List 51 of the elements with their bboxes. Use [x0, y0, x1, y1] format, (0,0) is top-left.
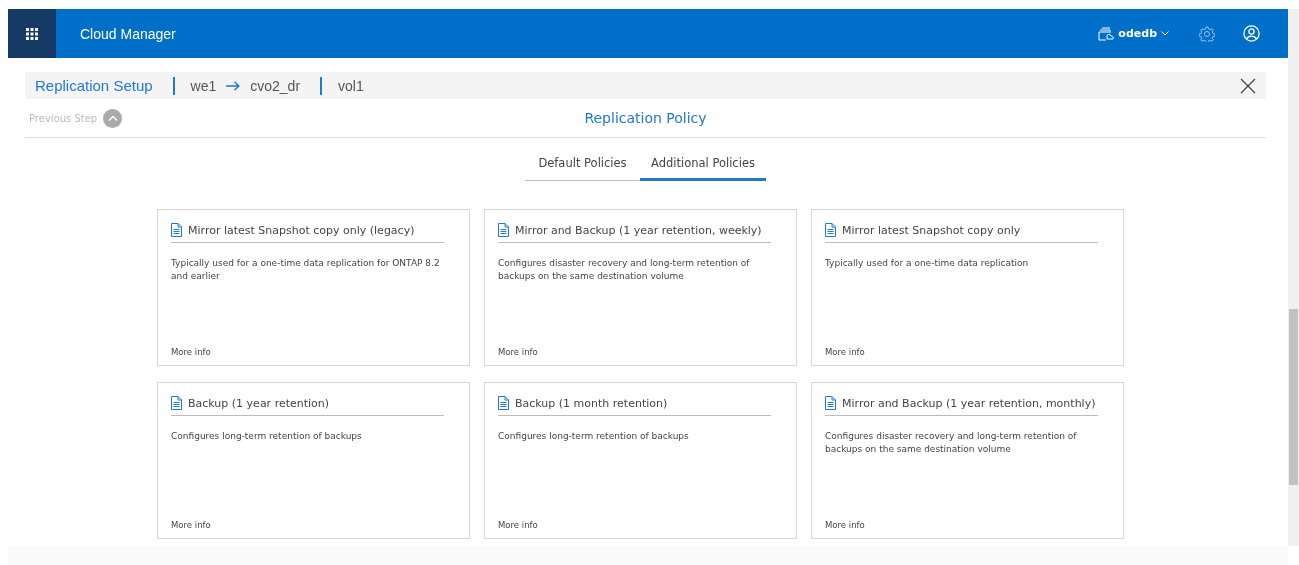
policy-description: Configures disaster recovery and long-term retention of backups on the same destination volume [825, 430, 1078, 456]
policy-description: Typically used for a one-time data replication [825, 257, 1030, 270]
account-menu[interactable]: odedb [1098, 26, 1169, 41]
app-title: Cloud Manager [80, 25, 177, 42]
app-grid-button[interactable] [8, 9, 56, 58]
more-info-link[interactable]: More info [171, 520, 211, 530]
source-name: we1 [190, 77, 217, 94]
close-button[interactable] [1240, 77, 1256, 94]
close-icon [1240, 77, 1256, 94]
more-info-link[interactable]: More info [498, 347, 538, 357]
policy-description: Typically used for a one-time data replication for ONTAP 8.2 and earlier [171, 257, 441, 283]
policy-card[interactable]: Mirror and Backup (1 year retention, weekly) Configures disaster recovery and long-term retention of backups on the same destination volume More info [484, 209, 797, 366]
policy-card[interactable]: Backup (1 month retention) Configures long-term retention of backups More info [484, 382, 797, 539]
policy-title: Mirror latest Snapshot copy only [842, 223, 1021, 237]
more-info-link[interactable]: More info [498, 520, 538, 530]
policy-card[interactable]: Mirror latest Snapshot copy only (legacy) Typically used for a one-time data replication for ONTAP 8.2 and earlier More info [157, 209, 470, 366]
profile-button[interactable] [1243, 25, 1260, 42]
policy-tab[interactable]: Additional Policies [640, 152, 766, 181]
step-title: Replication Policy [584, 110, 707, 126]
policy-tab[interactable]: Default Policies [525, 152, 640, 181]
grid-icon [26, 27, 38, 40]
arrow-right-icon [226, 80, 241, 91]
more-info-link[interactable]: More info [825, 347, 865, 357]
document-icon [171, 223, 182, 237]
more-info-link[interactable]: More info [171, 347, 211, 357]
document-icon [498, 396, 509, 410]
volume-name: vol1 [338, 77, 364, 94]
settings-button[interactable] [1199, 25, 1215, 42]
document-icon [498, 223, 509, 237]
document-icon [825, 396, 836, 410]
more-info-link[interactable]: More info [825, 520, 865, 530]
policy-title: Mirror and Backup (1 year retention, monthly) [842, 396, 1096, 410]
chevron-up-icon [107, 115, 118, 121]
policy-card[interactable]: Mirror and Backup (1 year retention, monthly) Configures disaster recovery and long-term retention of backups on the same destination volume More info [811, 382, 1124, 539]
chevron-down-icon [1161, 31, 1169, 36]
cloud-folder-icon [1098, 26, 1115, 41]
policy-description: Configures long-term retention of backups [498, 430, 690, 443]
user-icon [1243, 25, 1260, 42]
policy-card[interactable]: Mirror latest Snapshot copy only Typically used for a one-time data replication More info [811, 209, 1124, 366]
target-name: cvo2_dr [250, 77, 301, 94]
policy-title: Mirror latest Snapshot copy only (legacy) [188, 223, 415, 237]
document-icon [171, 396, 182, 410]
settings-icon [1199, 25, 1215, 42]
wizard-title: Replication Setup [35, 77, 153, 94]
policy-title: Backup (1 year retention) [188, 396, 330, 410]
policy-card[interactable]: Backup (1 year retention) Configures long-term retention of backups More info [157, 382, 470, 539]
policy-description: Configures long-term retention of backups [171, 430, 363, 443]
policy-title: Backup (1 month retention) [515, 396, 668, 410]
policy-description: Configures disaster recovery and long-term retention of backups on the same destination volume [498, 257, 751, 283]
policy-title: Mirror and Backup (1 year retention, weekly) [515, 223, 762, 237]
document-icon [825, 223, 836, 237]
